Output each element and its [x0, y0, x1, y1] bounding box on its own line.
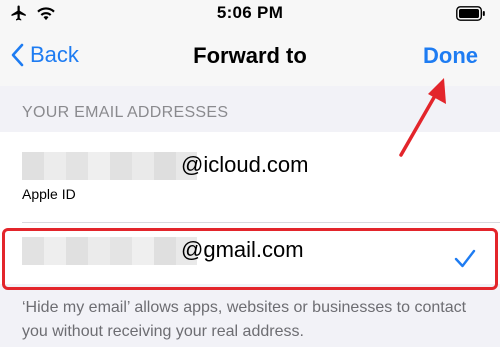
annotation-arrow	[399, 78, 446, 157]
